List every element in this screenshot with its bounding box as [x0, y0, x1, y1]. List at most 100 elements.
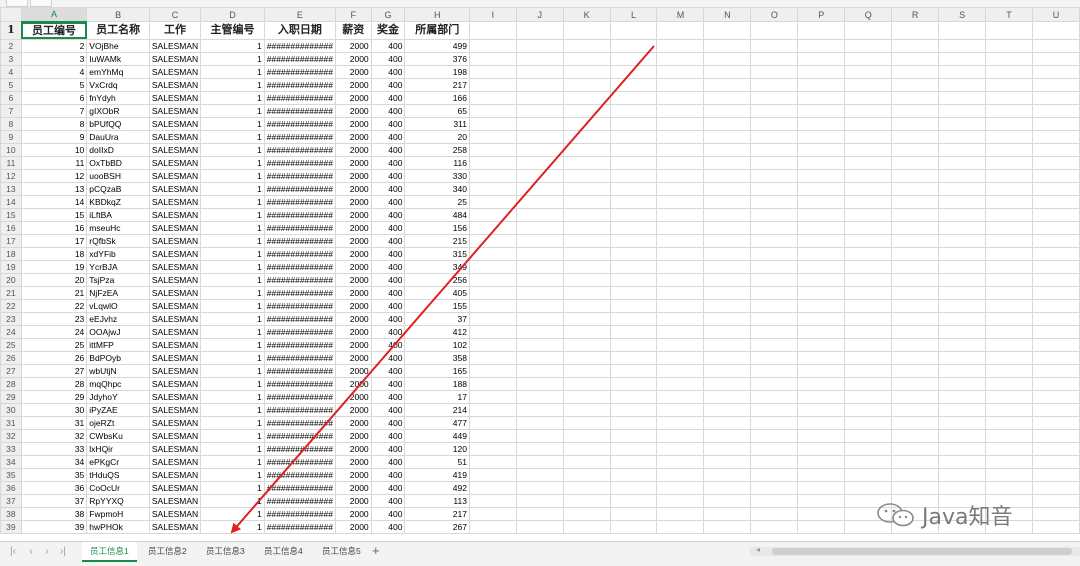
cell-g19[interactable]: 400: [370, 259, 406, 274]
cell-u27[interactable]: [1031, 363, 1080, 378]
cell-d23[interactable]: 1: [200, 311, 265, 326]
cell-h26[interactable]: 358: [404, 350, 470, 365]
cell-n25[interactable]: [703, 337, 752, 352]
cell-m37[interactable]: [656, 493, 705, 508]
cell-q16[interactable]: [844, 220, 893, 235]
cell-q8[interactable]: [844, 116, 893, 131]
cell-d19[interactable]: 1: [200, 259, 265, 274]
cell-a36[interactable]: 36: [20, 480, 88, 495]
cell-r36[interactable]: [891, 480, 940, 495]
cell-q4[interactable]: [844, 64, 893, 79]
cell-h7[interactable]: 65: [404, 103, 470, 118]
column-header-p[interactable]: P: [797, 7, 846, 22]
cell-p35[interactable]: [797, 467, 846, 482]
cell-q30[interactable]: [844, 402, 893, 417]
next-sheet-icon[interactable]: ›: [40, 546, 54, 557]
cell-a8[interactable]: 8: [20, 116, 88, 131]
cell-r22[interactable]: [891, 298, 940, 313]
cell-e13[interactable]: ##############: [263, 181, 336, 196]
cell-h37[interactable]: 113: [404, 493, 470, 508]
cell-e17[interactable]: ##############: [263, 233, 336, 248]
cell-h39[interactable]: 267: [404, 519, 470, 534]
cell-t28[interactable]: [985, 376, 1033, 391]
cell-a20[interactable]: 20: [20, 272, 88, 287]
cell-g34[interactable]: 400: [370, 454, 406, 469]
cell-s22[interactable]: [938, 298, 987, 313]
cell-u2[interactable]: [1031, 38, 1080, 53]
cell-b37[interactable]: RpYYXQ: [86, 493, 150, 508]
cell-f32[interactable]: 2000: [334, 428, 372, 443]
cell-q3[interactable]: [844, 51, 893, 66]
cell-a38[interactable]: 38: [20, 506, 88, 521]
cell-h8[interactable]: 311: [404, 116, 470, 131]
cell-c5[interactable]: SALESMAN: [148, 77, 202, 92]
cell-n12[interactable]: [703, 168, 752, 183]
cell-d38[interactable]: 1: [200, 506, 265, 521]
cell-g26[interactable]: 400: [370, 350, 406, 365]
cell-i3[interactable]: [468, 51, 517, 66]
cell-a4[interactable]: 4: [20, 64, 88, 79]
cell-d13[interactable]: 1: [200, 181, 265, 196]
cell-r19[interactable]: [891, 259, 940, 274]
cell-t18[interactable]: [985, 246, 1033, 261]
cell-n14[interactable]: [703, 194, 752, 209]
cell-k28[interactable]: [562, 376, 611, 391]
cell-l4[interactable]: [609, 64, 658, 79]
cell-p30[interactable]: [797, 402, 846, 417]
cell-t27[interactable]: [985, 363, 1033, 378]
cell-s5[interactable]: [938, 77, 987, 92]
cell-q23[interactable]: [844, 311, 893, 326]
cell-i39[interactable]: [468, 519, 517, 534]
cell-q20[interactable]: [844, 272, 893, 287]
cell-l22[interactable]: [609, 298, 658, 313]
cell-l27[interactable]: [609, 363, 658, 378]
cell-b2[interactable]: VOjBhe: [86, 38, 150, 53]
cell-l35[interactable]: [609, 467, 658, 482]
cell-d21[interactable]: 1: [200, 285, 265, 300]
cell-t6[interactable]: [985, 90, 1033, 105]
cell-m13[interactable]: [656, 181, 705, 196]
cell-p5[interactable]: [797, 77, 846, 92]
cell-d9[interactable]: 1: [200, 129, 265, 144]
cell-l12[interactable]: [609, 168, 658, 183]
cell-d6[interactable]: 1: [200, 90, 265, 105]
cell-t20[interactable]: [985, 272, 1033, 287]
cell-r30[interactable]: [891, 402, 940, 417]
row-header[interactable]: 34: [0, 454, 22, 469]
cell-e21[interactable]: ##############: [263, 285, 336, 300]
cell-p32[interactable]: [797, 428, 846, 443]
cell-e33[interactable]: ##############: [263, 441, 336, 456]
cell-p7[interactable]: [797, 103, 846, 118]
cell-m27[interactable]: [656, 363, 705, 378]
cell-i9[interactable]: [468, 129, 517, 144]
cell-u10[interactable]: [1031, 142, 1080, 157]
row-header[interactable]: 27: [0, 363, 22, 378]
cell-k8[interactable]: [562, 116, 611, 131]
cell-j8[interactable]: [515, 116, 564, 131]
cell-q34[interactable]: [844, 454, 893, 469]
cell-o14[interactable]: [750, 194, 799, 209]
cell-f13[interactable]: 2000: [334, 181, 372, 196]
cell-h15[interactable]: 484: [404, 207, 470, 222]
column-header-g[interactable]: G: [370, 7, 406, 22]
cell-j28[interactable]: [515, 376, 564, 391]
cell-r32[interactable]: [891, 428, 940, 443]
cell-u21[interactable]: [1031, 285, 1080, 300]
cell-c12[interactable]: SALESMAN: [148, 168, 202, 183]
cell-u14[interactable]: [1031, 194, 1080, 209]
cell-u23[interactable]: [1031, 311, 1080, 326]
cell-s10[interactable]: [938, 142, 987, 157]
cell-k27[interactable]: [562, 363, 611, 378]
cell-b27[interactable]: wbUtjN: [86, 363, 150, 378]
cell-a17[interactable]: 17: [20, 233, 88, 248]
cell-m10[interactable]: [656, 142, 705, 157]
cell-r23[interactable]: [891, 311, 940, 326]
cell-m29[interactable]: [656, 389, 705, 404]
cell-p26[interactable]: [797, 350, 846, 365]
cell-u17[interactable]: [1031, 233, 1080, 248]
cell-g6[interactable]: 400: [370, 90, 406, 105]
cell-p34[interactable]: [797, 454, 846, 469]
cell-u19[interactable]: [1031, 259, 1080, 274]
cell-m5[interactable]: [656, 77, 705, 92]
cell-o3[interactable]: [750, 51, 799, 66]
